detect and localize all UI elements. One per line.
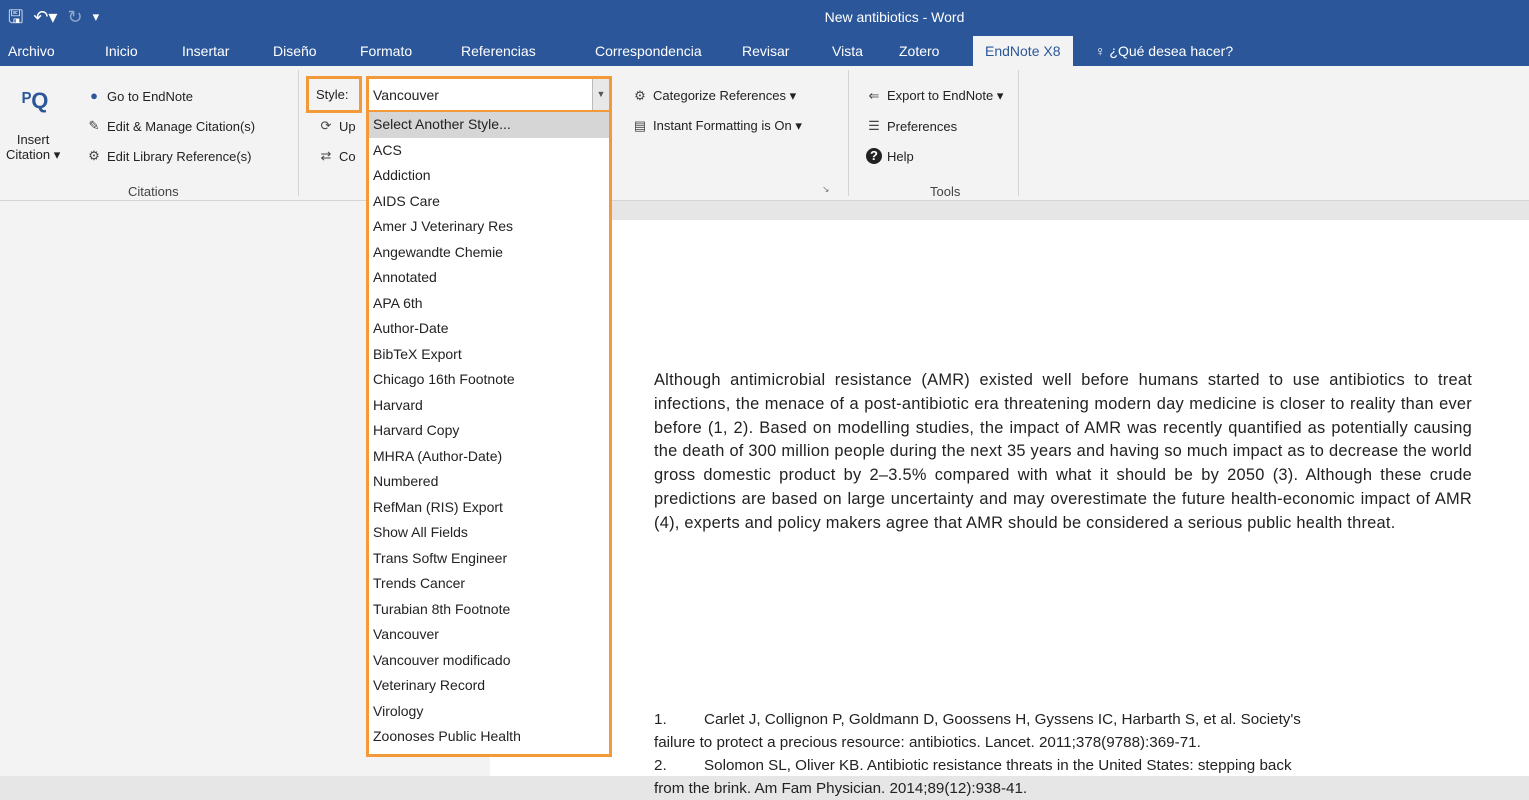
style-combobox[interactable]: Vancouver ▼ [366, 76, 612, 113]
convert-label: Co [339, 148, 356, 164]
tab-insertar[interactable]: Insertar [182, 36, 229, 66]
instant-formatting-button[interactable]: ▤ Instant Formatting is On ▾ [632, 118, 802, 134]
tab-revisar[interactable]: Revisar [742, 36, 789, 66]
body-paragraph[interactable]: Although antimicrobial resistance (AMR) … [654, 369, 1472, 536]
group-separator [1018, 70, 1019, 196]
style-option[interactable]: Harvard [369, 393, 609, 419]
tell-me-label: ¿Qué desea hacer? [1109, 43, 1234, 59]
tab-vista[interactable]: Vista [832, 36, 863, 66]
insert-citation-label-2: Citation ▾ [6, 147, 61, 162]
style-option[interactable]: Numbered [369, 469, 609, 495]
style-option[interactable]: Vancouver modificado [369, 648, 609, 674]
edit-library-label: Edit Library Reference(s) [107, 148, 252, 164]
style-option[interactable]: Show All Fields [369, 520, 609, 546]
tab-inicio[interactable]: Inicio [105, 36, 138, 66]
tab-endnote[interactable]: EndNote X8 [973, 36, 1073, 66]
categorize-icon: ⚙ [634, 88, 646, 103]
endnote-icon: ● [90, 88, 98, 103]
reference-text: Solomon SL, Oliver KB. Antibiotic resist… [704, 757, 1292, 774]
help-label: Help [887, 148, 914, 164]
style-option[interactable]: ACS [369, 138, 609, 164]
reference-1-line-2[interactable]: failure to protect a precious resource: … [654, 731, 1494, 754]
title-bar: 🖫 ↶▾ ↻ ▾ New antibiotics - Word [0, 0, 1529, 36]
edit-citation-icon: ✎ [88, 118, 100, 133]
lightbulb-icon: ♀ [1095, 43, 1110, 59]
group-separator [298, 70, 299, 196]
export-icon: ⇐ [868, 88, 880, 103]
citations-group-label: Citations [128, 184, 179, 199]
style-option[interactable]: Trends Cancer [369, 571, 609, 597]
edit-library-icon: ⚙ [88, 148, 100, 163]
update-label: Up [339, 118, 356, 134]
export-to-endnote-button[interactable]: ⇐ Export to EndNote ▾ [866, 88, 1004, 104]
export-label: Export to EndNote ▾ [887, 88, 1004, 103]
convert-citations-button[interactable]: ⇄ Co [318, 148, 356, 164]
update-icon: ⟳ [320, 118, 332, 133]
style-option[interactable]: Harvard Copy [369, 418, 609, 444]
tab-referencias[interactable]: Referencias [461, 36, 536, 66]
style-option[interactable]: Amer J Veterinary Res [369, 214, 609, 240]
go-to-endnote-label: Go to EndNote [107, 88, 193, 104]
style-option[interactable]: Turabian 8th Footnote [369, 597, 609, 623]
instant-formatting-icon: ▤ [633, 118, 647, 133]
reference-2-line-2[interactable]: from the brink. Am Fam Physician. 2014;8… [654, 777, 1494, 800]
style-option[interactable]: Veterinary Record [369, 673, 609, 699]
reference-number: 2. [654, 757, 667, 774]
style-option[interactable]: Annotated [369, 265, 609, 291]
tell-me-box[interactable]: ♀ ¿Qué desea hacer? [1095, 36, 1233, 66]
tab-formato[interactable]: Formato [360, 36, 412, 66]
select-another-style-option[interactable]: Select Another Style... [369, 112, 609, 138]
help-icon: ? [866, 148, 882, 164]
preferences-label: Preferences [887, 118, 958, 134]
insert-citation-button[interactable]: Insert Citation ▾ [6, 132, 60, 163]
dialog-launcher-icon[interactable]: ↘ [822, 184, 830, 195]
style-option[interactable]: Vancouver [369, 622, 609, 648]
tab-diseno[interactable]: Diseño [273, 36, 317, 66]
edit-manage-label: Edit & Manage Citation(s) [107, 118, 256, 134]
window-title: New antibiotics - Word [824, 9, 965, 25]
reference-1-line-1[interactable]: 1. Carlet J, Collignon P, Goldmann D, Goo… [654, 708, 1494, 731]
style-dropdown-list[interactable]: Select Another Style... ACS Addiction AIDS … [366, 112, 612, 757]
reference-2-line-1[interactable]: 2. Solomon SL, Oliver KB. Antibiotic resi… [654, 754, 1494, 777]
group-separator [848, 70, 849, 196]
style-option[interactable]: RefMan (RIS) Export [369, 495, 609, 521]
style-option[interactable]: Virology [369, 699, 609, 725]
tools-group-label: Tools [930, 184, 961, 199]
style-option[interactable]: Zoonoses Public Health [369, 724, 609, 750]
tab-zotero[interactable]: Zotero [899, 36, 939, 66]
preferences-icon: ☰ [868, 118, 880, 133]
tab-correspondencia[interactable]: Correspondencia [595, 36, 702, 66]
style-option[interactable]: Chicago 16th Footnote [369, 367, 609, 393]
style-option[interactable]: AIDS Care [369, 189, 609, 215]
style-option[interactable]: MHRA (Author-Date) [369, 444, 609, 470]
insert-citation-icon[interactable]: ᴾQ [22, 86, 52, 116]
categorize-label: Categorize References ▾ [653, 88, 797, 103]
style-option[interactable]: Angewandte Chemie [369, 240, 609, 266]
ribbon: ᴾQ Insert Citation ▾ ● Go to EndNote ✎ E… [0, 66, 1529, 201]
update-bibliography-button[interactable]: ⟳ Up [318, 118, 356, 134]
preferences-button[interactable]: ☰ Preferences [866, 118, 957, 134]
convert-icon: ⇄ [320, 148, 332, 163]
reference-text: Carlet J, Collignon P, Goldmann D, Gooss… [704, 711, 1301, 728]
instant-formatting-label: Instant Formatting is On ▾ [653, 118, 802, 133]
style-label: Style: [306, 76, 362, 113]
style-option[interactable]: BibTeX Export [369, 342, 609, 368]
help-button[interactable]: ? Help [866, 148, 914, 164]
style-combobox-value[interactable]: Vancouver [373, 87, 439, 103]
style-option[interactable]: Author-Date [369, 316, 609, 342]
style-option[interactable]: Addiction [369, 163, 609, 189]
style-option[interactable]: Trans Softw Engineer [369, 546, 609, 572]
dropdown-arrow-icon[interactable]: ▼ [592, 79, 609, 110]
tab-archivo[interactable]: Archivo [8, 36, 55, 66]
ribbon-tabs: Archivo Inicio Insertar Diseño Formato R… [0, 36, 1529, 66]
reference-number: 1. [654, 711, 667, 728]
style-option[interactable]: APA 6th [369, 291, 609, 317]
edit-library-reference-button[interactable]: ⚙ Edit Library Reference(s) [86, 148, 252, 164]
insert-citation-label-1: Insert [16, 132, 50, 147]
edit-manage-citations-button[interactable]: ✎ Edit & Manage Citation(s) [86, 118, 256, 134]
go-to-endnote-button[interactable]: ● Go to EndNote [86, 88, 193, 104]
categorize-references-button[interactable]: ⚙ Categorize References ▾ [632, 88, 796, 104]
